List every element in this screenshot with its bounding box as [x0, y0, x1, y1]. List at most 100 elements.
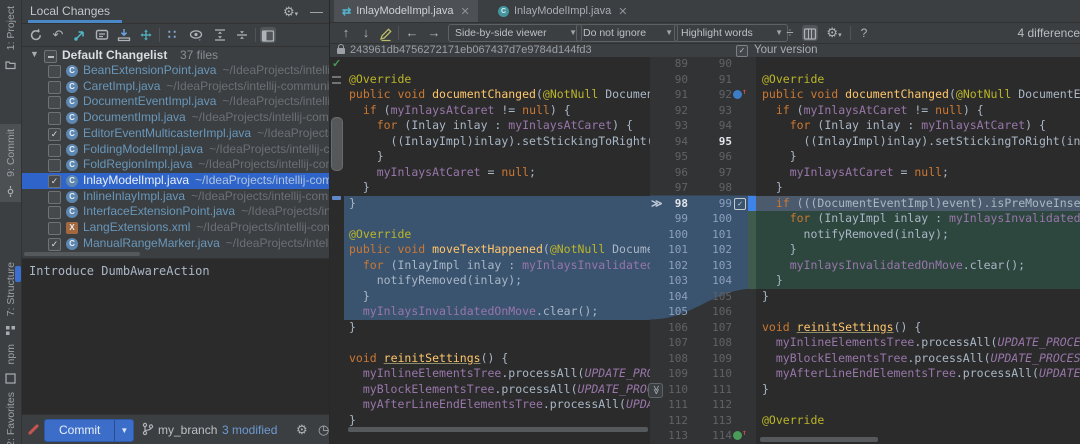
details-panel-icon[interactable] — [260, 27, 276, 43]
file-checkbox[interactable] — [48, 112, 61, 126]
shelve-icon[interactable] — [116, 27, 132, 43]
panel-settings-gear-icon[interactable]: ⚙▾ — [283, 4, 298, 20]
tree-horizontal-scrollbar[interactable] — [24, 252, 140, 256]
diff-content: ✓ @Override public void documentChanged(@… — [330, 57, 1080, 444]
chevron-down-icon[interactable]: ▼ — [30, 49, 39, 59]
stripe-item-npm[interactable]: npm — [0, 344, 21, 385]
file-row-CaretImpl.java[interactable]: C CaretImpl.java ~/IdeaProjects/intellij-c… — [22, 79, 329, 95]
code-line-99 — [344, 211, 650, 227]
file-checkbox[interactable] — [48, 159, 61, 173]
left-editor-scroll-stripe[interactable]: ✓ — [330, 57, 344, 444]
file-name: FoldingModelImpl.java ~/IdeaProjects/inte… — [83, 142, 329, 158]
changelist-checkbox[interactable] — [44, 50, 57, 63]
viewer-mode-dropdown[interactable]: Side-by-side viewer ▼ — [448, 24, 582, 42]
tab-local-changes[interactable]: Local Changes — [30, 4, 110, 18]
file-checkbox[interactable] — [48, 222, 61, 235]
changes-tree[interactable]: ▼ Default Changelist 37 files C BeanExten… — [22, 46, 329, 258]
stripe-project-label: 1: Project — [4, 6, 17, 51]
file-row-InlayModelImpl.java[interactable]: ✓ C InlayModelImpl.java ~/IdeaProjects/inte… — [22, 172, 329, 189]
collapse-all-icon[interactable] — [234, 27, 250, 43]
hide-panel-icon[interactable]: — — [310, 4, 323, 19]
file-checkbox[interactable] — [48, 143, 61, 157]
file-row-InterfaceExtensionPoint.java[interactable]: C InterfaceExtensionPoint.java ~/IdeaProje… — [22, 204, 329, 220]
move-to-changelist-icon[interactable] — [138, 27, 154, 43]
ignore-policy-dropdown[interactable]: Do not ignore ▼ — [576, 24, 678, 42]
history-clock-icon[interactable]: ◷ — [318, 422, 329, 438]
file-name: EditorEventMulticasterImpl.java ~/IdeaPro… — [83, 126, 329, 142]
commit-button-label[interactable]: Commit — [45, 420, 115, 441]
changelist-name: Default Changelist — [62, 48, 168, 62]
group-by-icon[interactable]: ∷ — [164, 27, 180, 43]
diff-settings-gear-icon[interactable]: ⚙▾ — [826, 25, 842, 41]
modified-count[interactable]: 3 modified — [222, 423, 277, 437]
next-change-icon[interactable]: ↓ — [358, 25, 374, 41]
code-line-95: } — [349, 149, 384, 163]
sync-panels-icon[interactable] — [802, 25, 818, 41]
stripe-item-commit[interactable]: 9: Commit — [0, 124, 21, 202]
line-number: 99 — [718, 196, 732, 210]
include-change-checkbox[interactable]: ✓ — [734, 198, 746, 210]
left-editor[interactable]: @Override public void documentChanged(@No… — [344, 57, 650, 444]
preview-diff-icon[interactable] — [188, 27, 204, 43]
tab-diff-inlaymodelimpl[interactable]: ⇄ InlayModelImpl.java ✕ — [334, 0, 478, 22]
refresh-icon[interactable] — [28, 27, 44, 43]
changelist-row[interactable]: ▼ Default Changelist 37 files — [22, 48, 329, 64]
commit-button[interactable]: Commit ▼ — [44, 419, 135, 442]
jump-to-source-pencil-icon[interactable] — [378, 25, 394, 42]
right-editor[interactable]: @Override public void documentChanged(@No… — [756, 57, 1080, 444]
file-row-EditorEventMulticasterImpl.java[interactable]: ✓ C EditorEventMulticasterImpl.java ~/IdeaP… — [22, 126, 329, 142]
modified-line-strip — [748, 195, 756, 211]
file-row-BeanExtensionPoint.java[interactable]: C BeanExtensionPoint.java ~/IdeaProjects/i… — [22, 63, 329, 79]
file-row-InlineInlayImpl.java[interactable]: C InlineInlayImpl.java ~/IdeaProjects/inte… — [22, 189, 329, 205]
show-diff-icon[interactable] — [72, 27, 88, 43]
code-cleanup-brush-icon[interactable] — [27, 423, 40, 436]
file-checkbox[interactable]: ✓ — [48, 174, 61, 188]
highlight-policy-dropdown[interactable]: Highlight words ▼ — [674, 24, 788, 42]
close-icon[interactable]: ✕ — [618, 5, 627, 18]
commit-message-editor[interactable]: Introduce DumbAwareAction — [22, 258, 329, 416]
close-icon[interactable]: ✕ — [460, 5, 469, 18]
collapse-unchanged-icon[interactable]: ÷ — [782, 25, 798, 41]
file-checkbox[interactable] — [48, 206, 61, 220]
file-row-DocumentImpl.java[interactable]: C DocumentImpl.java ~/IdeaProjects/intelli… — [22, 110, 329, 126]
next-difference-divider-icon[interactable]: ≫ — [648, 383, 663, 398]
file-row-FoldingModelImpl.java[interactable]: C FoldingModelImpl.java ~/IdeaProjects/int… — [22, 142, 329, 158]
code-line-101: notifyRemoved(inlay); — [756, 226, 1080, 242]
code-line-94: for (Inlay inlay : myInlaysAtCaret) { — [789, 118, 1046, 132]
changelist-comment-icon[interactable] — [94, 27, 110, 43]
line-number: 106 — [712, 305, 732, 318]
file-row-ManualRangeMarker.java[interactable]: ✓ C ManualRangeMarker.java ~/IdeaProjects/i… — [22, 236, 329, 252]
file-row-DocumentEventImpl.java[interactable]: C DocumentEventImpl.java ~/IdeaProjects/in… — [22, 94, 329, 110]
line-number: 100 — [712, 212, 732, 225]
tab-file-inlaymodelimpl[interactable]: C InlayModelImpl.java ✕ — [490, 0, 635, 22]
branch-name[interactable]: my_branch — [158, 423, 217, 437]
vertical-scrollbar-thumb[interactable] — [331, 117, 343, 171]
expand-all-icon[interactable] — [212, 27, 228, 43]
previous-difference-icon[interactable]: ← — [404, 25, 420, 41]
line-number: 95 — [718, 134, 732, 148]
rollback-icon[interactable]: ↶ — [50, 27, 66, 43]
implementing-method-icon[interactable] — [733, 428, 747, 440]
stripe-item-favorites[interactable]: 2: Favorites ★ — [0, 392, 21, 444]
file-checkbox[interactable]: ✓ — [48, 237, 61, 251]
help-icon[interactable]: ? — [856, 25, 872, 41]
settings-gear-icon[interactable]: ⚙ — [296, 422, 308, 438]
previous-change-icon[interactable]: ↑ — [338, 25, 354, 41]
file-checkbox[interactable] — [48, 80, 61, 94]
line-number: 105 — [668, 305, 688, 318]
java-class-icon: C — [66, 174, 78, 187]
file-checkbox[interactable]: ✓ — [48, 127, 61, 141]
your-version-checkbox[interactable]: ✓ — [736, 45, 748, 57]
next-difference-icon[interactable]: → — [426, 25, 442, 41]
stripe-item-project[interactable]: 1: Project — [0, 6, 21, 70]
commit-dropdown-arrow[interactable]: ▼ — [114, 420, 134, 441]
file-row-LangExtensions.xml[interactable]: X LangExtensions.xml ~/IdeaProjects/intell… — [22, 220, 329, 236]
overriding-method-icon[interactable] — [733, 87, 747, 99]
left-horizontal-scrollbar[interactable] — [348, 427, 648, 432]
file-checkbox[interactable] — [48, 65, 61, 78]
right-horizontal-scrollbar[interactable] — [760, 437, 878, 442]
file-row-FoldRegionImpl.java[interactable]: C FoldRegionImpl.java ~/IdeaProjects/intel… — [22, 157, 329, 173]
file-checkbox[interactable] — [48, 190, 61, 204]
revision-hash: 243961db4756272171eb067437d7e9784d144fd3 — [350, 44, 592, 56]
file-checkbox[interactable] — [48, 96, 61, 110]
